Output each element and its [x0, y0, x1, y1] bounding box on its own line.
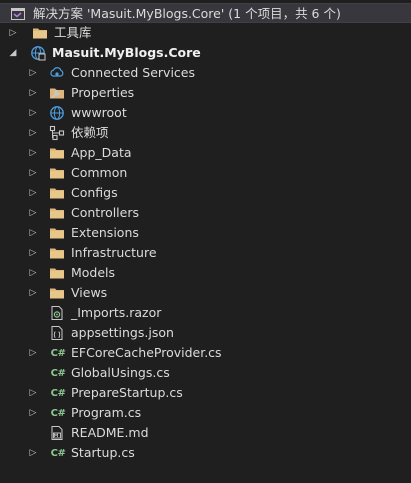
- solution-icon: [10, 6, 26, 22]
- tree-item-dependencies[interactable]: ▷ 依赖项: [0, 123, 411, 143]
- project-label: Masuit.MyBlogs.Core: [52, 45, 201, 60]
- tree-item-common[interactable]: ▷ Common: [0, 163, 411, 183]
- chevron-right-icon[interactable]: ▷: [28, 283, 38, 303]
- tree-item-label: Connected Services: [71, 65, 195, 80]
- chevron-right-icon[interactable]: ▷: [28, 83, 38, 103]
- chevron-right-icon[interactable]: ▷: [28, 203, 38, 223]
- tree-item-controllers[interactable]: ▷ Controllers: [0, 203, 411, 223]
- tree-item-imports-razor[interactable]: _Imports.razor: [0, 303, 411, 323]
- tree-item-toolbox[interactable]: ▷ 工具库: [0, 23, 411, 43]
- tree-item-efcorecacheprovider-cs[interactable]: ▷ C# EFCoreCacheProvider.cs: [0, 343, 411, 363]
- chevron-right-icon[interactable]: ▷: [28, 403, 38, 423]
- folder-icon: [49, 185, 65, 201]
- chevron-right-icon[interactable]: ▷: [28, 183, 38, 203]
- chevron-right-icon[interactable]: ▷: [28, 103, 38, 123]
- tree-item-label: _Imports.razor: [71, 305, 162, 320]
- tree-item-label: Extensions: [71, 225, 139, 240]
- json-file-icon: [49, 325, 65, 341]
- tree-item-label: appsettings.json: [71, 325, 174, 340]
- razor-file-icon: [49, 305, 65, 321]
- tree-item-globalusings-cs[interactable]: C# GlobalUsings.cs: [0, 363, 411, 383]
- globe-icon: [49, 105, 65, 121]
- folder-icon: [49, 285, 65, 301]
- tree-item-extensions[interactable]: ▷ Extensions: [0, 223, 411, 243]
- tree-item-label: GlobalUsings.cs: [71, 365, 170, 380]
- csharp-file-icon: C#: [50, 387, 66, 399]
- folder-icon: [49, 225, 65, 241]
- chevron-down-icon[interactable]: ◢: [8, 43, 18, 63]
- tree-item-infrastructure[interactable]: ▷ Infrastructure: [0, 243, 411, 263]
- chevron-right-icon[interactable]: ▷: [28, 443, 38, 463]
- tree-item-label: wwwroot: [71, 105, 127, 120]
- folder-icon: [49, 165, 65, 181]
- tree-item-label: 依赖项: [71, 125, 109, 140]
- csharp-file-icon: C#: [50, 367, 66, 379]
- tree-item-startup-cs[interactable]: ▷ C# Startup.cs: [0, 443, 411, 463]
- chevron-right-icon[interactable]: ▷: [28, 163, 38, 183]
- folder-icon: [49, 265, 65, 281]
- web-project-icon: [30, 45, 46, 61]
- solution-node[interactable]: 解决方案 'Masuit.MyBlogs.Core' (1 个项目，共 6 个): [0, 3, 411, 23]
- tree-item-program-cs[interactable]: ▷ C# Program.cs: [0, 403, 411, 423]
- tree-item-label: 工具库: [54, 25, 92, 40]
- folder-icon: [32, 25, 48, 41]
- tree-item-label: Properties: [71, 85, 135, 100]
- tree-item-models[interactable]: ▷ Models: [0, 263, 411, 283]
- tree-item-label: Infrastructure: [71, 245, 157, 260]
- folder-icon: [49, 205, 65, 221]
- chevron-right-icon[interactable]: ▷: [28, 263, 38, 283]
- tree-item-app-data[interactable]: ▷ App_Data: [0, 143, 411, 163]
- chevron-right-icon[interactable]: ▷: [28, 223, 38, 243]
- tree-item-label: Controllers: [71, 205, 139, 220]
- tree-item-label: App_Data: [71, 145, 132, 160]
- chevron-right-icon[interactable]: ▷: [28, 143, 38, 163]
- chevron-right-icon[interactable]: ▷: [28, 123, 38, 143]
- tree-item-label: PrepareStartup.cs: [71, 385, 183, 400]
- tree-item-readme-md[interactable]: README.md: [0, 423, 411, 443]
- chevron-right-icon[interactable]: ▷: [28, 243, 38, 263]
- folder-icon: [49, 145, 65, 161]
- tree-item-label: README.md: [71, 425, 149, 440]
- markdown-file-icon: [49, 425, 65, 441]
- solution-label: 解决方案 'Masuit.MyBlogs.Core' (1 个项目，共 6 个): [33, 6, 341, 21]
- dependencies-icon: [49, 125, 65, 141]
- tree-item-views[interactable]: ▷ Views: [0, 283, 411, 303]
- csharp-file-icon: C#: [50, 347, 66, 359]
- tree-item-configs[interactable]: ▷ Configs: [0, 183, 411, 203]
- tree-item-preparestartup-cs[interactable]: ▷ C# PrepareStartup.cs: [0, 383, 411, 403]
- tree-item-properties[interactable]: ▷ Properties: [0, 83, 411, 103]
- tree-item-label: Views: [71, 285, 108, 300]
- tree-item-label: Common: [71, 165, 128, 180]
- tree-item-label: Startup.cs: [71, 445, 135, 460]
- csharp-file-icon: C#: [50, 407, 66, 419]
- chevron-right-icon[interactable]: ▷: [28, 343, 38, 363]
- properties-wrench-icon: [49, 85, 65, 101]
- folder-icon: [49, 245, 65, 261]
- tree-item-label: Configs: [71, 185, 118, 200]
- chevron-right-icon[interactable]: ▷: [8, 23, 18, 43]
- tree-item-label: Program.cs: [71, 405, 142, 420]
- tree-item-connected-services[interactable]: ▷ Connected Services: [0, 63, 411, 83]
- tree-item-appsettings-json[interactable]: appsettings.json: [0, 323, 411, 343]
- tree-item-label: EFCoreCacheProvider.cs: [71, 345, 222, 360]
- tree-item-wwwroot[interactable]: ▷ wwwroot: [0, 103, 411, 123]
- chevron-right-icon[interactable]: ▷: [28, 63, 38, 83]
- project-node[interactable]: ◢ Masuit.MyBlogs.Core: [0, 43, 411, 63]
- solution-explorer-tree: 解决方案 'Masuit.MyBlogs.Core' (1 个项目，共 6 个)…: [0, 0, 411, 483]
- connected-services-icon: [49, 65, 65, 81]
- chevron-right-icon[interactable]: ▷: [28, 383, 38, 403]
- csharp-file-icon: C#: [50, 447, 66, 459]
- tree-item-label: Models: [71, 265, 116, 280]
